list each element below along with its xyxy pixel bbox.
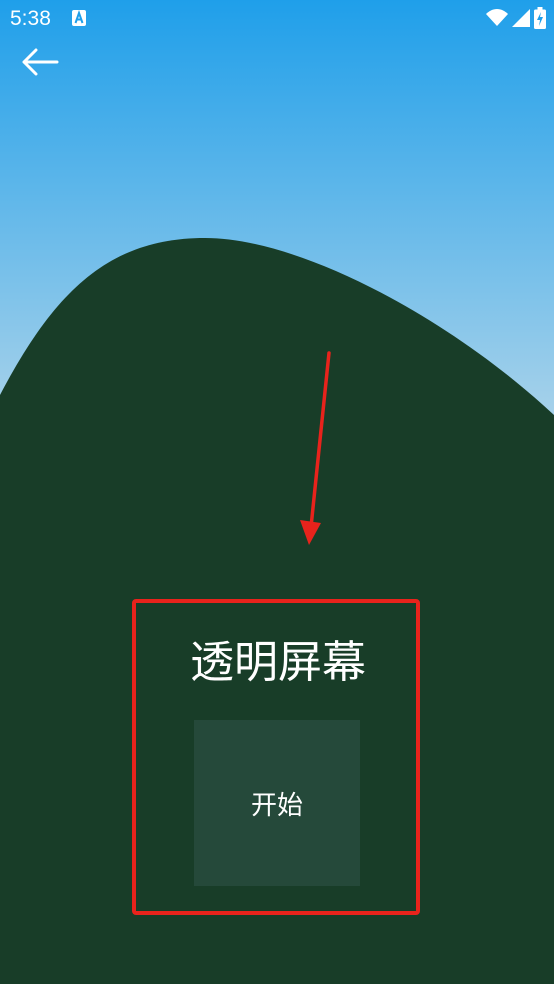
a-letter-notification-icon	[72, 10, 86, 26]
status-time: 5:38	[10, 7, 51, 30]
status-bar: 5:38	[0, 0, 554, 38]
arrow-left-icon	[22, 48, 59, 76]
battery-charging-icon	[534, 7, 546, 29]
wifi-icon	[486, 9, 508, 26]
start-button[interactable]: 开始	[194, 720, 360, 886]
cell-signal-icon	[512, 9, 530, 27]
status-icons	[486, 7, 546, 29]
page-title: 透明屏幕	[190, 637, 366, 688]
app-screen: 5:38 透明屏幕 开始	[0, 0, 554, 984]
annotation-arrow	[300, 351, 331, 545]
back-button[interactable]	[18, 42, 62, 82]
